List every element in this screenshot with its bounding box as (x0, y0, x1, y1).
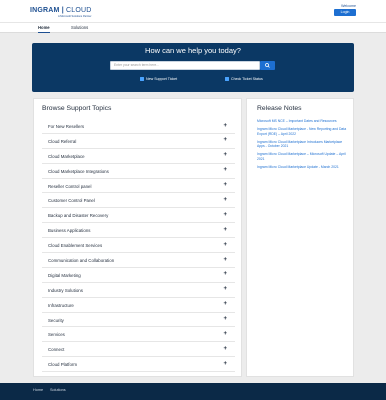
topic-item[interactable]: Cloud Marketplace + (42, 149, 235, 164)
topic-label: Digital Marketing (48, 272, 81, 278)
topic-label: Cloud Platform (48, 362, 78, 368)
search-input[interactable]: Enter your search term here... (110, 61, 260, 70)
checkbox-icon (140, 77, 144, 81)
topic-item[interactable]: Digital Marketing + (42, 268, 235, 283)
topic-label: Cloud Enablement Services (48, 243, 103, 249)
topic-label: Reseller Control panel (48, 183, 92, 189)
ingram-cloud-logo[interactable]: INGRAM | CLOUD A Microsoft Solutions Par… (30, 7, 92, 19)
topic-label: Communication and Collaboration (48, 258, 115, 264)
topic-item[interactable]: Services + (42, 327, 235, 343)
topic-label: Cloud Marketplace Integrations (48, 168, 109, 174)
release-note-link[interactable]: Ingram Micro Cloud Marketplace - New Rep… (257, 127, 347, 136)
topic-item[interactable]: Connect + (42, 342, 235, 358)
topic-item[interactable]: Security + (42, 313, 235, 328)
topic-item[interactable]: Infrastructure + (42, 298, 235, 313)
footer-link-home[interactable]: Home (33, 388, 43, 392)
logo-main-text: INGRAM (30, 7, 60, 14)
topic-item[interactable]: Cloud Marketplace Integrations + (42, 164, 235, 179)
logo-subtitle: A Microsoft Solutions Partner (58, 14, 92, 18)
new-support-ticket-link[interactable]: New Support Ticket (140, 76, 177, 82)
expand-plus-icon[interactable]: + (223, 182, 227, 188)
topic-item[interactable]: Industry Solutions + (42, 283, 235, 298)
expand-plus-icon[interactable]: + (223, 212, 227, 218)
expand-plus-icon[interactable]: + (223, 271, 227, 277)
checkbox-icon (225, 77, 229, 81)
help-search-banner: How can we help you today? Enter your se… (32, 43, 354, 92)
topic-label: Industry Solutions (48, 287, 83, 293)
support-topics-panel: Browse Support Topics For New Resellers +… (33, 98, 242, 377)
expand-plus-icon[interactable]: + (223, 361, 227, 367)
expand-plus-icon[interactable]: + (223, 316, 227, 322)
hero-title: How can we help you today? (145, 46, 241, 55)
topic-item[interactable]: Customer Control Panel + (42, 193, 235, 209)
topic-label: Security (48, 317, 64, 323)
topic-label: For New Resellers (48, 124, 85, 129)
support-topics-title: Browse Support Topics (42, 105, 112, 112)
topic-item[interactable]: Cloud Referral + (42, 134, 235, 149)
expand-plus-icon[interactable]: + (223, 301, 227, 307)
release-note-link[interactable]: Ingram Micro Cloud Marketplace Introduce… (257, 140, 347, 149)
expand-plus-icon[interactable]: + (223, 227, 227, 233)
topic-label: Backup and Disaster Recovery (48, 213, 109, 219)
footer-link-solutions[interactable]: Solutions (50, 388, 66, 392)
topic-item[interactable]: Business Applications + (42, 223, 235, 239)
nav-item-home[interactable]: Home (38, 23, 50, 33)
welcome-text: Welcome (341, 4, 356, 8)
topic-item[interactable]: Cloud Platform + (42, 357, 235, 373)
release-notes-panel: Release Notes Microsoft MS NCE – Importa… (246, 98, 354, 377)
expand-plus-icon[interactable]: + (223, 286, 227, 292)
release-notes-list: Microsoft MS NCE – Important Dates and R… (257, 119, 347, 173)
expand-plus-icon[interactable]: + (223, 331, 227, 337)
expand-plus-icon[interactable]: + (223, 137, 227, 143)
topic-label: Cloud Referral (48, 138, 77, 144)
topic-label: Business Applications (48, 228, 91, 234)
topic-label: Cloud Marketplace (48, 153, 85, 159)
logo-text: INGRAM | CLOUD (30, 7, 92, 14)
expand-plus-icon[interactable]: + (223, 123, 227, 129)
expand-plus-icon[interactable]: + (223, 346, 227, 352)
topic-label: Connect (48, 347, 65, 353)
check-ticket-status-link[interactable]: Check Ticket Status (225, 76, 263, 82)
topic-item[interactable]: For New Resellers + (42, 119, 235, 134)
topic-item[interactable]: Cloud Enablement Services + (42, 238, 235, 254)
check-ticket-status-label: Check Ticket Status (231, 77, 263, 81)
expand-plus-icon[interactable]: + (223, 197, 227, 203)
site-header: INGRAM | CLOUD A Microsoft Solutions Par… (0, 0, 386, 22)
topic-label: Infrastructure (48, 302, 74, 308)
release-notes-title: Release Notes (257, 105, 302, 112)
topic-item[interactable]: Communication and Collaboration + (42, 253, 235, 268)
release-note-link[interactable]: Ingram Micro Cloud Marketplace – Microso… (257, 152, 347, 161)
expand-plus-icon[interactable]: + (223, 257, 227, 263)
topic-label: Services (48, 332, 65, 338)
main-nav: Home Solutions (0, 22, 386, 33)
topic-item[interactable]: Backup and Disaster Recovery + (42, 208, 235, 224)
new-support-ticket-label: New Support Ticket (146, 77, 178, 81)
support-topics-list: For New Resellers + Cloud Referral + Cloud… (42, 119, 235, 373)
expand-plus-icon[interactable]: + (223, 242, 227, 248)
login-button[interactable]: Login (334, 9, 356, 16)
expand-plus-icon[interactable]: + (223, 152, 227, 158)
release-note-link[interactable]: Ingram Micro Cloud Marketplace Update - … (257, 165, 347, 170)
search-button[interactable] (260, 61, 275, 70)
nav-item-solutions[interactable]: Solutions (71, 23, 88, 33)
site-footer: Home Solutions (0, 383, 386, 400)
topic-item[interactable]: Reseller Control panel + (42, 179, 235, 194)
logo-cloud-text: CLOUD (66, 7, 92, 14)
topic-label: Customer Control Panel (48, 198, 95, 204)
release-note-link[interactable]: Microsoft MS NCE – Important Dates and R… (257, 119, 347, 124)
expand-plus-icon[interactable]: + (223, 167, 227, 173)
search-icon (265, 63, 270, 68)
